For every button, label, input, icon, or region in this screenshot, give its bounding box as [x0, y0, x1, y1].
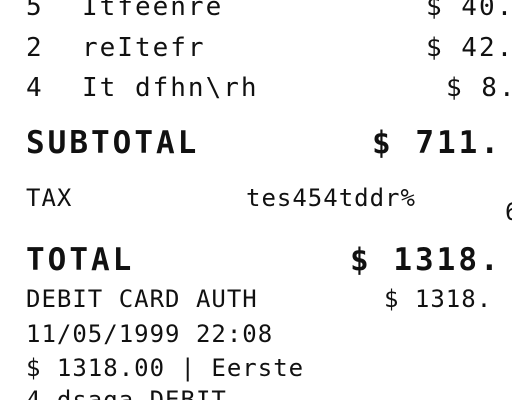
- total-value: $ 1318.: [350, 242, 502, 278]
- receipt-item-row: 2 reItefr $ 42.: [0, 35, 512, 63]
- item-price: $ 40.: [426, 0, 512, 22]
- tax-extra: 6: [505, 200, 512, 224]
- item-quantity: 5: [26, 0, 44, 22]
- item-quantity: 4: [26, 73, 44, 103]
- subtotal-label: SUBTOTAL: [26, 125, 200, 161]
- tax-label: TAX: [26, 184, 73, 212]
- receipt-item-row: 4 It dfhn\rh $ 8.: [0, 75, 512, 103]
- bottom-line: 4 dsaga DEBIT: [26, 386, 227, 400]
- payment-line: $ 1318.00 | Eerste: [26, 354, 305, 382]
- item-description: reItefr: [82, 33, 206, 63]
- item-description: It dfhn\rh: [82, 73, 259, 103]
- item-price: $ 42.: [426, 33, 512, 63]
- auth-label: DEBIT CARD AUTH: [26, 285, 258, 313]
- auth-value: $ 1318.: [384, 285, 493, 313]
- tax-value: tes454tddr%: [246, 184, 416, 212]
- item-price: $ 8.: [446, 73, 512, 103]
- transaction-datetime: 11/05/1999 22:08: [26, 320, 274, 348]
- receipt: 5 Itfeenre $ 40. 2 reItefr $ 42. 4 It df…: [0, 0, 512, 400]
- item-description: Itfeenre: [82, 0, 224, 22]
- receipt-item-row: 5 Itfeenre $ 40.: [0, 0, 512, 22]
- subtotal-value: $ 711.: [372, 125, 502, 161]
- item-quantity: 2: [26, 33, 44, 63]
- total-label: TOTAL: [26, 242, 135, 278]
